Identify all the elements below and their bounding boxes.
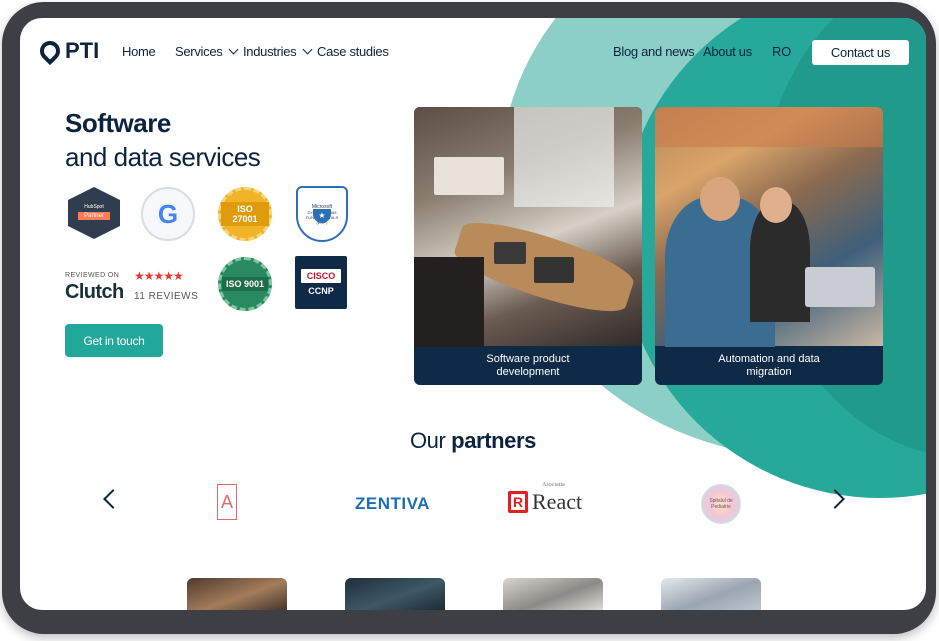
nav-industries[interactable]: Industries — [243, 44, 313, 59]
carousel-prev-arrow-icon[interactable] — [103, 489, 123, 509]
react-mark-icon: R — [508, 491, 528, 513]
cisco-ccnp-badge: CISCO CCNP — [295, 256, 347, 309]
clutch-logo[interactable]: Clutch — [65, 281, 124, 304]
logo-pin-icon — [35, 36, 65, 66]
nav-home[interactable]: Home — [122, 44, 156, 59]
hero-title: Software — [65, 108, 171, 138]
partner-logo-spital[interactable]: Spitalul de Pediatrie — [701, 484, 741, 524]
chevron-down-icon — [302, 44, 313, 55]
case-study-thumbnail[interactable] — [503, 578, 603, 610]
service-card-label: Automation and data migration — [718, 352, 820, 378]
iso27001-badge: ISO 27001 — [218, 187, 272, 241]
service-card-software[interactable]: Software product development — [414, 107, 642, 385]
case-study-thumbnail[interactable] — [661, 578, 761, 610]
star-icon: ★ — [313, 208, 331, 223]
service-card-label: Software product development — [486, 352, 570, 378]
tablet-frame: PTI Home Services Industries Case studie… — [2, 2, 936, 634]
google-badge: G — [141, 187, 195, 241]
nav-about[interactable]: About us — [703, 44, 752, 59]
get-in-touch-button[interactable]: Get in touch — [65, 324, 163, 357]
screen: PTI Home Services Industries Case studie… — [20, 18, 926, 610]
partner-logo-a[interactable]: A — [217, 484, 237, 520]
team-workshop-photo — [655, 107, 883, 347]
site-logo[interactable]: PTI — [35, 36, 100, 66]
iso9001-badge: ISO 9001 — [218, 257, 272, 311]
nav-language[interactable]: RO — [772, 44, 791, 59]
top-nav: PTI Home Services Industries Case studie… — [20, 18, 926, 88]
clutch-reviewed-label: REVIEWED ON — [65, 272, 120, 279]
nav-services[interactable]: Services — [175, 44, 239, 59]
microsoft-certified-badge: Microsoft DYNAMICS 365 FUNDAMENTALS (ERP… — [296, 186, 348, 242]
chevron-down-icon — [229, 44, 239, 55]
partner-logo-react[interactable]: R Asociatia React — [508, 482, 582, 518]
hubspot-partner-badge: HubSpot Partner — [68, 187, 120, 239]
office-meeting-photo — [414, 107, 642, 347]
partner-logo-zentiva[interactable]: ZENTIVA — [355, 494, 430, 514]
nav-case-studies[interactable]: Case studies — [317, 44, 389, 59]
contact-button[interactable]: Contact us — [812, 40, 909, 65]
nav-blog[interactable]: Blog and news — [613, 44, 695, 59]
case-study-thumbnail[interactable] — [345, 578, 445, 610]
clutch-review-count: 11 REVIEWS — [134, 291, 199, 302]
logo-text: PTI — [65, 38, 100, 63]
case-study-thumbnail[interactable] — [187, 578, 287, 610]
partners-heading: Our partners — [409, 428, 537, 453]
service-card-automation[interactable]: Automation and data migration — [655, 107, 883, 385]
hero-subtitle: and data services — [65, 142, 261, 172]
rating-stars: ★★★★★ — [134, 269, 184, 283]
